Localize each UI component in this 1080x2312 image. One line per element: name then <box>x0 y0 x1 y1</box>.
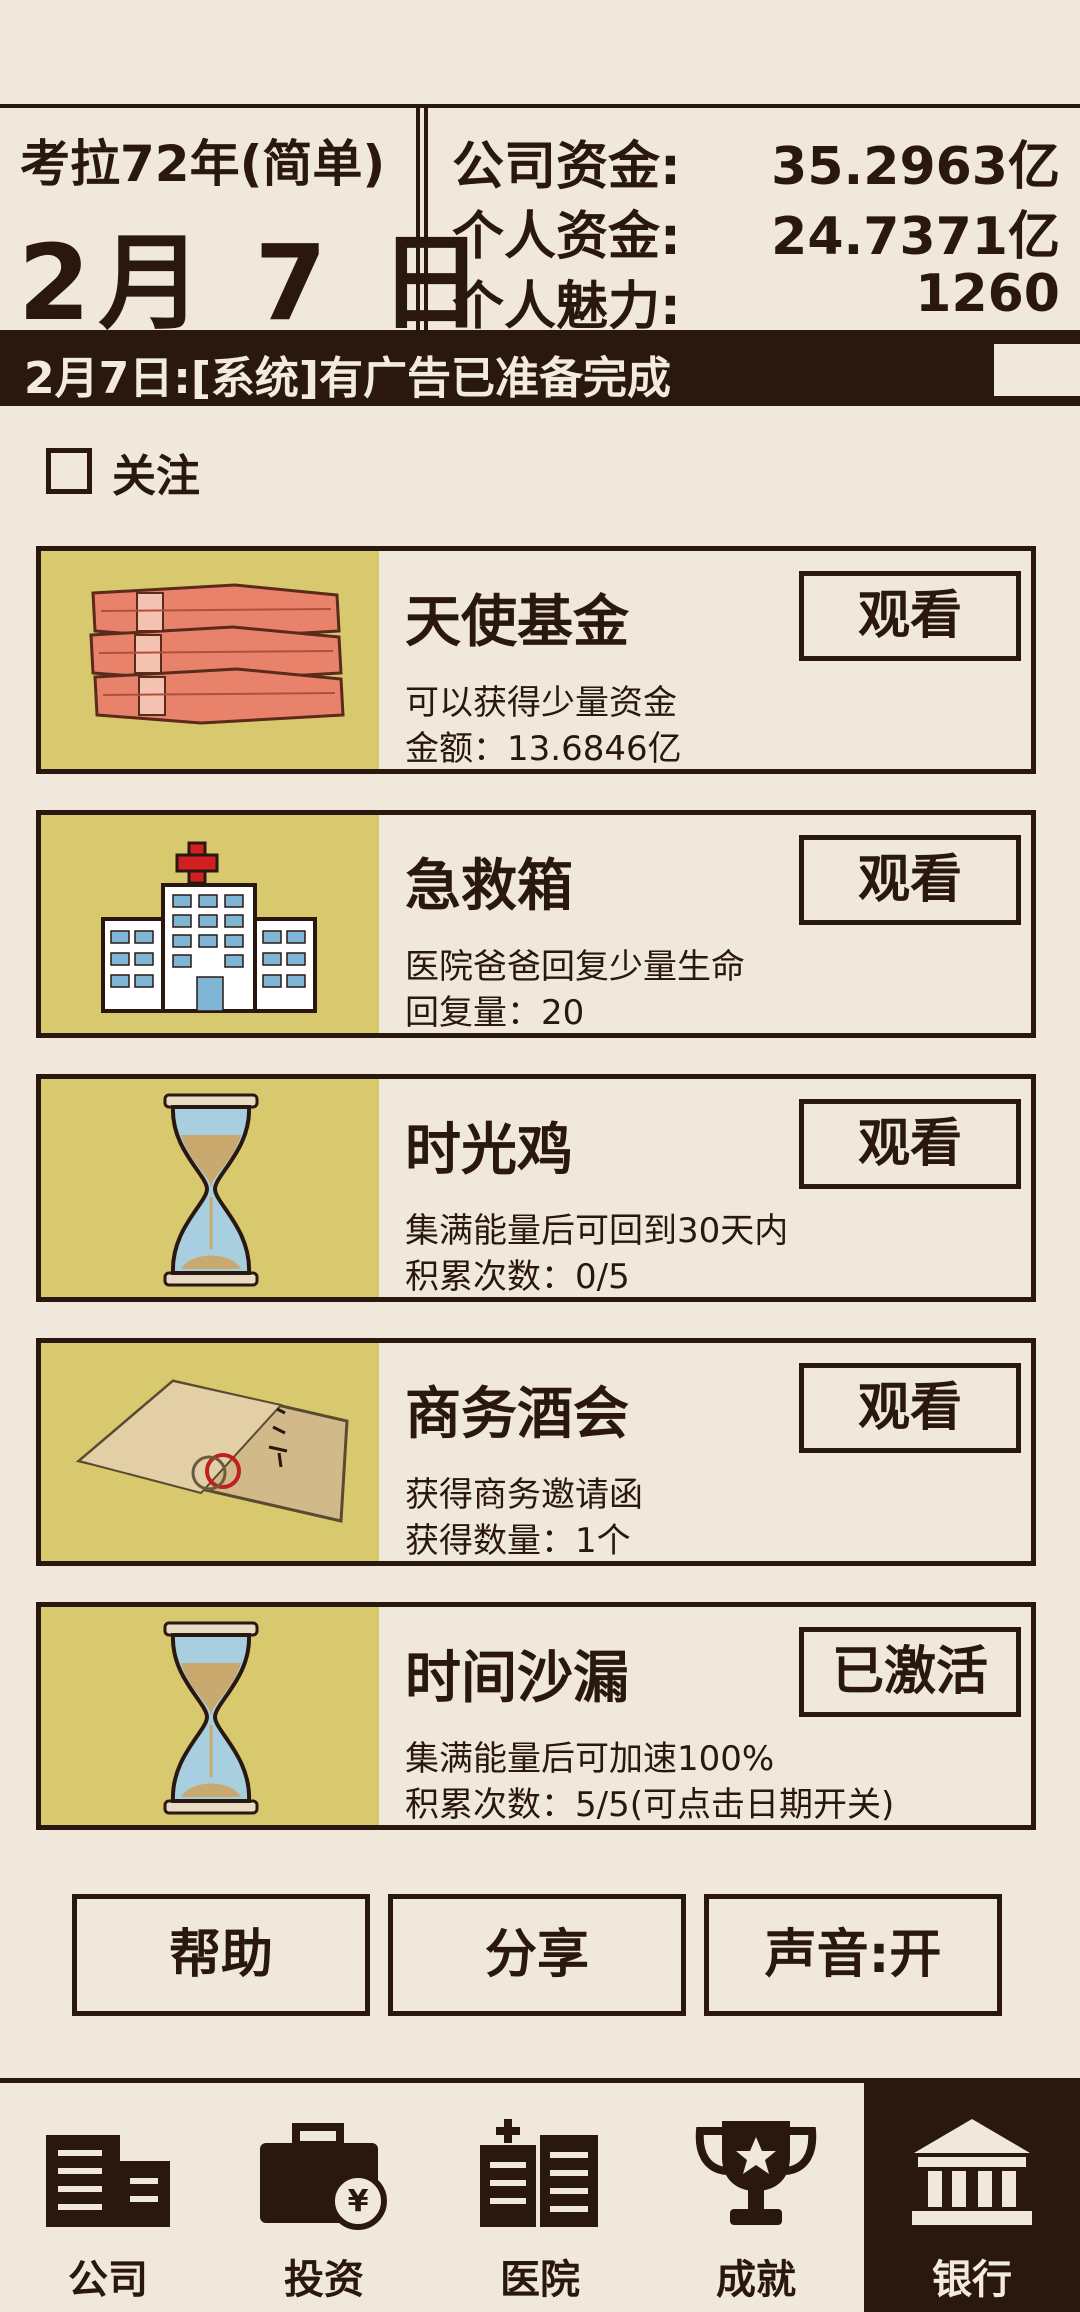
tab-label: 医院 <box>500 2257 580 2303</box>
card-description: 医院爸爸回复少量生命 <box>405 947 745 987</box>
hospital-building-icon <box>480 2119 598 2227</box>
tab-label: 公司 <box>68 2257 148 2303</box>
invitation-icon <box>41 1343 379 1561</box>
follow-checkbox[interactable] <box>46 448 92 494</box>
share-button[interactable]: 分享 <box>388 1894 686 2016</box>
tab-company[interactable]: 公司 <box>0 2083 216 2312</box>
svg-text:¥: ¥ <box>348 2184 369 2219</box>
status-header: 考拉72年(简单) 2月 7 日 公司资金: 35.2963亿 个人资金: 24… <box>0 104 1080 344</box>
tab-label: 投资 <box>284 2257 364 2303</box>
charm-label: 个人魅力: <box>452 277 681 337</box>
tab-bank[interactable]: 银行 <box>864 2083 1080 2312</box>
tab-invest[interactable]: ¥ 投资 <box>216 2083 432 2312</box>
watch-button[interactable]: 观看 <box>799 835 1021 925</box>
tab-achievement[interactable]: 成就 <box>648 2083 864 2312</box>
news-ticker: 2月7日:[系统]有广告已准备完成 <box>0 334 1080 406</box>
card-description: 获得商务邀请函 <box>405 1475 643 1515</box>
bottom-tab-bar: 公司 ¥ 投资 医院 成就 银行 <box>0 2078 1080 2312</box>
building-icon <box>46 2135 170 2227</box>
card-amount: 回复量：20 <box>405 993 585 1033</box>
company-funds-label: 公司资金: <box>452 137 681 197</box>
watch-button[interactable]: 观看 <box>799 1363 1021 1453</box>
charm-value: 1260 <box>915 264 1060 324</box>
card-description: 集满能量后可加速100% <box>405 1739 775 1779</box>
help-button[interactable]: 帮助 <box>72 1894 370 2016</box>
watch-button[interactable]: 观看 <box>799 571 1021 661</box>
activated-button[interactable]: 已激活 <box>799 1627 1021 1717</box>
card-description: 集满能量后可回到30天内 <box>405 1211 789 1251</box>
current-date[interactable]: 2月 7 日 <box>18 198 491 349</box>
card-amount: 积累次数：5/5(可点击日期开关) <box>405 1785 895 1825</box>
card-title: 时间沙漏 <box>405 1646 629 1711</box>
card-title: 急救箱 <box>405 854 573 919</box>
briefcase-icon: ¥ <box>260 2123 387 2230</box>
card-title: 天使基金 <box>405 590 629 655</box>
card-description: 可以获得少量资金 <box>405 683 677 723</box>
card-time-chicken: 时光鸡 集满能量后可回到30天内 积累次数：0/5 观看 <box>36 1074 1036 1302</box>
card-business-party: 商务酒会 获得商务邀请函 获得数量：1个 观看 <box>36 1338 1036 1566</box>
game-year-label: 考拉72年(简单) <box>20 135 386 193</box>
card-angel-fund: 天使基金 可以获得少量资金 金额：13.6846亿 观看 <box>36 546 1036 774</box>
ticker-message: 2月7日:[系统]有广告已准备完成 <box>24 353 672 404</box>
hospital-icon <box>41 815 379 1033</box>
date-panel[interactable]: 考拉72年(简单) 2月 7 日 <box>0 104 483 344</box>
ticker-end-box <box>994 344 1080 396</box>
personal-funds-row: 个人资金: 24.7371亿 <box>452 194 1060 267</box>
card-amount: 积累次数：0/5 <box>405 1257 630 1297</box>
card-time-hourglass: 时间沙漏 集满能量后可加速100% 积累次数：5/5(可点击日期开关) 已激活 <box>36 1602 1036 1830</box>
trophy-icon <box>695 2121 817 2225</box>
card-amount: 金额：13.6846亿 <box>405 729 682 769</box>
card-title: 时光鸡 <box>405 1118 573 1183</box>
hourglass-icon <box>41 1079 379 1297</box>
watch-button[interactable]: 观看 <box>799 1099 1021 1189</box>
company-funds-row: 公司资金: 35.2963亿 <box>452 124 1060 197</box>
sound-toggle-button[interactable]: 声音:开 <box>704 1894 1002 2016</box>
bank-icon <box>912 2119 1032 2225</box>
card-first-aid: 急救箱 医院爸爸回复少量生命 回复量：20 观看 <box>36 810 1036 1038</box>
follow-label: 关注 <box>112 451 200 502</box>
personal-funds-label: 个人资金: <box>452 207 681 267</box>
tab-label: 成就 <box>716 2257 796 2303</box>
card-amount: 获得数量：1个 <box>405 1521 631 1561</box>
tab-hospital[interactable]: 医院 <box>432 2083 648 2312</box>
card-title: 商务酒会 <box>405 1382 629 1447</box>
hourglass-icon <box>41 1607 379 1825</box>
money-stack-icon <box>41 551 379 769</box>
tab-label: 银行 <box>932 2257 1012 2303</box>
personal-funds-value: 24.7371亿 <box>771 207 1060 267</box>
charm-row: 个人魅力: 1260 <box>452 264 1060 337</box>
company-funds-value: 35.2963亿 <box>771 137 1060 197</box>
funds-panel: 公司资金: 35.2963亿 个人资金: 24.7371亿 个人魅力: 1260 <box>424 108 1080 337</box>
